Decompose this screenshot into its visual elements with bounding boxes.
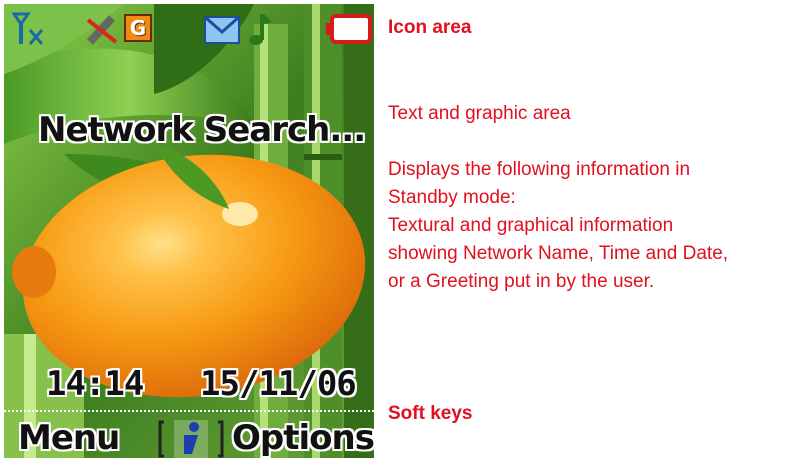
network-status-text: Network Search... bbox=[38, 110, 366, 150]
description-line: Textural and graphical information bbox=[388, 215, 674, 236]
gprs-icon: G bbox=[124, 14, 152, 42]
text-area-label: Text and graphic area bbox=[388, 103, 571, 124]
icon-area-label: Icon area bbox=[388, 17, 472, 38]
clock-date: 15/11/06 bbox=[200, 364, 357, 404]
description-line: Standby mode: bbox=[388, 187, 516, 208]
clock-time: 14:14 bbox=[46, 364, 144, 404]
music-icon bbox=[249, 14, 272, 45]
soft-keys-label: Soft keys bbox=[388, 403, 473, 424]
phone-screen: G Network Search... 14:14 15/11/06 Menu … bbox=[4, 4, 374, 458]
info-icon bbox=[158, 420, 224, 458]
description-line: Displays the following information in bbox=[388, 159, 691, 180]
menu-softkey[interactable]: Menu bbox=[18, 418, 120, 458]
description-line: or a Greeting put in by the user. bbox=[388, 271, 655, 292]
standby-description: Displays the following information in St… bbox=[388, 156, 783, 296]
message-icon bbox=[204, 16, 240, 44]
signal-icon bbox=[12, 12, 44, 45]
no-network-icon bbox=[86, 15, 118, 45]
info-key[interactable] bbox=[158, 418, 224, 458]
icon-area: G bbox=[4, 4, 374, 52]
softkey-divider bbox=[4, 410, 374, 412]
battery-icon bbox=[326, 14, 372, 44]
options-softkey[interactable]: Options bbox=[232, 418, 374, 458]
gprs-letter: G bbox=[129, 16, 147, 40]
description-line: showing Network Name, Time and Date, bbox=[388, 243, 729, 264]
